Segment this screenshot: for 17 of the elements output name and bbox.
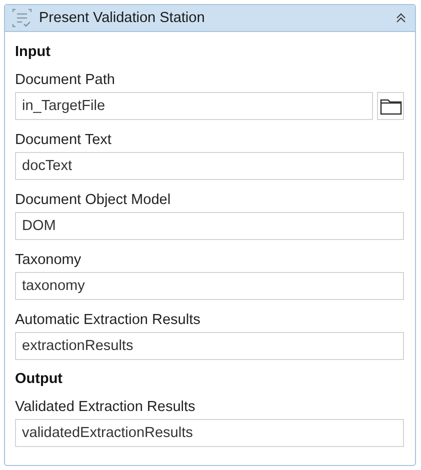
field-label: Document Text <box>15 131 112 150</box>
field-label: Validated Extraction Results <box>15 398 196 417</box>
field-label: Document Path <box>15 71 116 90</box>
validation-icon <box>11 8 33 28</box>
section-heading: Input <box>15 43 52 62</box>
input-field[interactable]: docText <box>15 152 404 180</box>
input-field[interactable]: validatedExtractionResults <box>15 419 404 447</box>
folder-icon[interactable] <box>377 92 404 120</box>
field-label: Taxonomy <box>15 251 82 270</box>
field-label: Document Object Model <box>15 191 172 210</box>
input-field[interactable]: extractionResults <box>15 332 404 360</box>
field-label: Automatic Extraction Results <box>15 311 202 330</box>
section-heading: Output <box>15 370 64 389</box>
input-field[interactable]: taxonomy <box>15 272 404 300</box>
activity-title: Present Validation Station <box>39 10 206 26</box>
input-field[interactable]: in_TargetFile <box>15 92 373 120</box>
input-field[interactable]: DOM <box>15 212 404 240</box>
